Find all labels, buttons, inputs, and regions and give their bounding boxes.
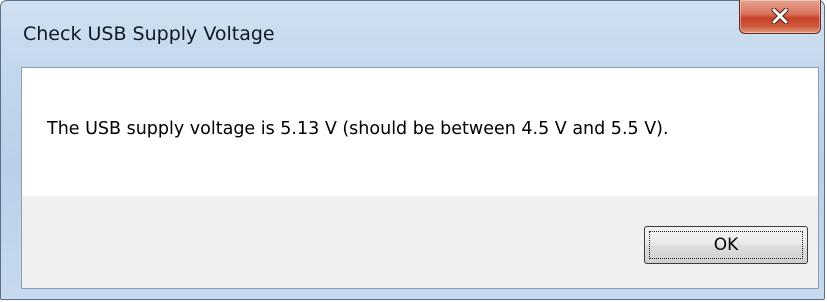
title-bar[interactable]: Check USB Supply Voltage [1, 0, 824, 67]
message-panel: The USB supply voltage is 5.13 V (should… [22, 68, 818, 196]
close-icon [740, 2, 820, 30]
window-title: Check USB Supply Voltage [23, 23, 275, 45]
dialog-client-area: The USB supply voltage is 5.13 V (should… [21, 67, 819, 289]
ok-button-label: OK [649, 231, 803, 259]
dialog-window: Check USB Supply Voltage The USB supply … [0, 0, 825, 300]
message-text: The USB supply voltage is 5.13 V (should… [47, 119, 669, 139]
ok-button[interactable]: OK [644, 226, 808, 264]
close-button[interactable] [739, 0, 821, 34]
